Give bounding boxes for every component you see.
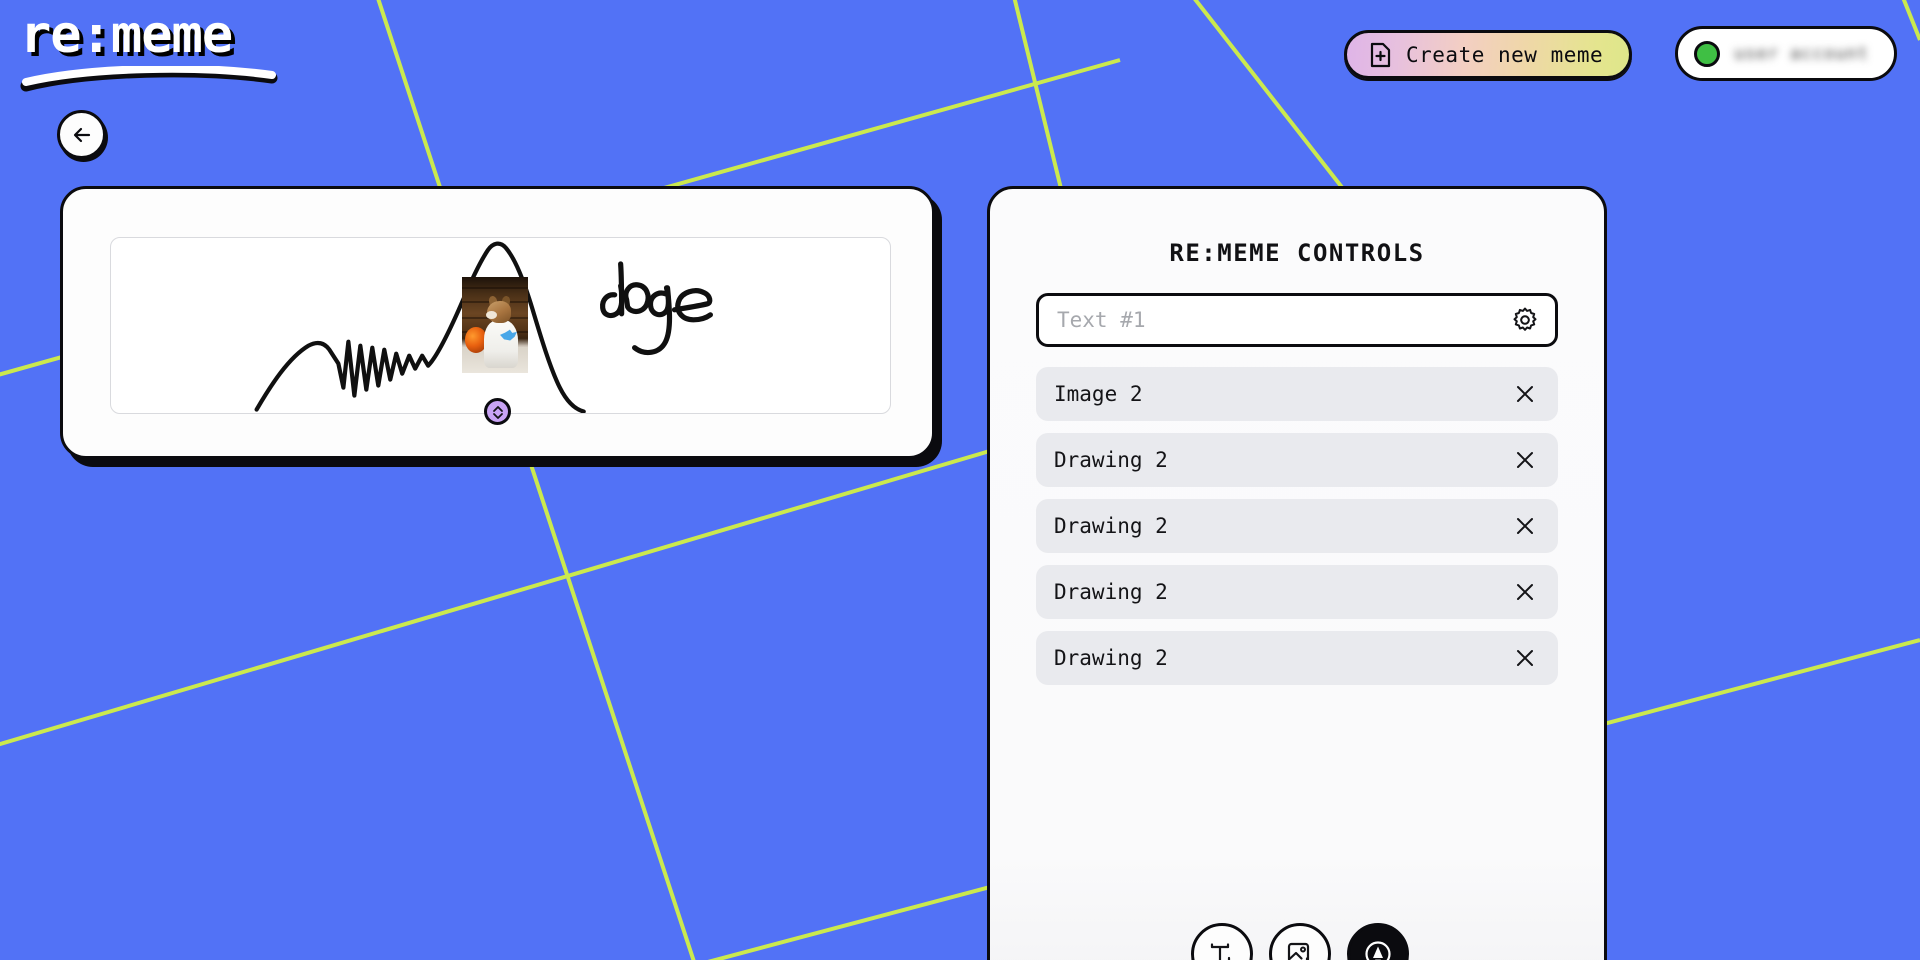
close-icon[interactable] <box>1512 645 1538 671</box>
account-menu[interactable]: user account <box>1675 26 1897 81</box>
close-icon[interactable] <box>1512 513 1538 539</box>
create-new-meme-button[interactable]: Create new meme <box>1344 30 1633 79</box>
list-item[interactable]: Drawing 2 <box>1036 565 1558 619</box>
draw-tool-button[interactable] <box>1347 923 1409 960</box>
canvas-image-layer-doge[interactable] <box>462 277 528 373</box>
arrow-left-icon <box>73 127 90 142</box>
text-settings-button[interactable] <box>1509 304 1541 336</box>
text-input[interactable] <box>1057 308 1509 332</box>
text-input-row[interactable] <box>1036 293 1558 347</box>
top-bar: re:meme Create new meme user account <box>0 0 1920 100</box>
pen-circle-icon <box>1365 941 1391 960</box>
gear-icon <box>1513 307 1537 331</box>
image-plus-icon <box>1287 942 1310 960</box>
layer-label: Drawing 2 <box>1054 580 1168 604</box>
layer-label: Drawing 2 <box>1054 448 1168 472</box>
account-name-redacted: user account <box>1734 43 1869 64</box>
canvas-resize-handle[interactable] <box>484 398 511 425</box>
chevron-up-down-icon <box>492 405 503 419</box>
online-status-dot <box>1694 40 1720 67</box>
add-text-button[interactable] <box>1191 923 1253 960</box>
layer-label: Drawing 2 <box>1054 514 1168 538</box>
layer-label: Drawing 2 <box>1054 646 1168 670</box>
close-icon[interactable] <box>1512 381 1538 407</box>
file-plus-icon <box>1370 42 1391 67</box>
background-grid-lines <box>0 0 1920 960</box>
add-image-button[interactable] <box>1269 923 1331 960</box>
text-plus-icon <box>1210 943 1231 960</box>
list-item[interactable]: Drawing 2 <box>1036 499 1558 553</box>
tool-row <box>990 923 1604 960</box>
app-logo[interactable]: re:meme <box>16 4 286 99</box>
layer-label: Image 2 <box>1054 382 1143 406</box>
layer-list: Image 2 Drawing 2 Drawing 2 Drawing 2 Dr <box>1036 367 1558 685</box>
list-item[interactable]: Drawing 2 <box>1036 433 1558 487</box>
drawing-doge-text <box>600 261 713 356</box>
list-item[interactable]: Image 2 <box>1036 367 1558 421</box>
app-logo-text: re:meme <box>20 5 233 65</box>
logo-underline-swoosh <box>20 66 278 92</box>
close-icon[interactable] <box>1512 579 1538 605</box>
back-button[interactable] <box>57 110 106 159</box>
controls-panel: RE:MEME CONTROLS Image 2 Drawing 2 Drawi… <box>987 186 1607 960</box>
close-icon[interactable] <box>1512 447 1538 473</box>
create-new-meme-label: Create new meme <box>1406 42 1604 67</box>
meme-canvas-surface[interactable] <box>110 237 891 414</box>
list-item[interactable]: Drawing 2 <box>1036 631 1558 685</box>
controls-panel-title: RE:MEME CONTROLS <box>1169 239 1425 267</box>
